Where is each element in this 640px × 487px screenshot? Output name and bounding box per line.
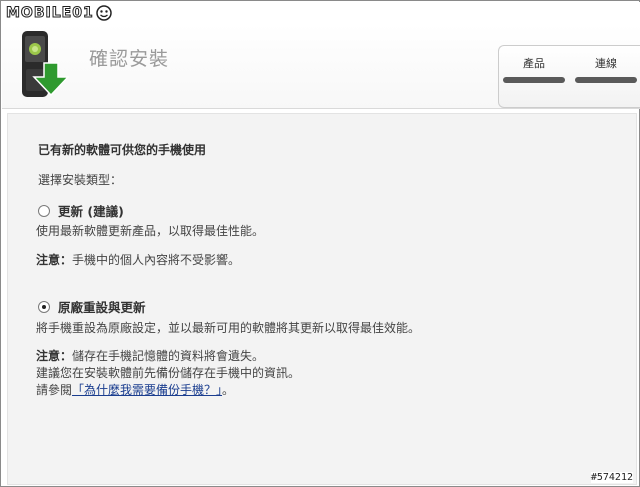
status-connection: 連線 bbox=[575, 55, 637, 83]
option-update-radio[interactable]: 更新 (建議) bbox=[38, 201, 124, 220]
option-reset-radio[interactable]: 原廠重設與更新 bbox=[38, 297, 146, 316]
status-connection-label: 連線 bbox=[595, 57, 617, 70]
site-banner: MOBILE01 bbox=[2, 2, 640, 24]
installer-header: 確認安裝 產品 連線 bbox=[2, 24, 640, 109]
option-reset-description: 將手機重設為原廠設定，並以最新可用的軟體將其更新以取得最佳效能。 bbox=[36, 321, 421, 335]
see-also-prefix: 請參閱 bbox=[36, 383, 73, 397]
radio-checked-icon[interactable] bbox=[38, 300, 50, 313]
connection-status-panel: 產品 連線 bbox=[498, 45, 640, 108]
note-text: 手機中的個人內容將不受影響。 bbox=[72, 253, 241, 267]
option-reset-label[interactable]: 原廠重設與更新 bbox=[58, 297, 146, 316]
option-update-note: 注意：手機中的個人內容將不受影響。 bbox=[36, 252, 240, 269]
main-content: 已有新的軟體可供您的手機使用 選擇安裝類型： 更新 (建議) 使用最新軟體更新產… bbox=[7, 113, 637, 485]
radio-unchecked-icon[interactable] bbox=[38, 204, 50, 217]
status-connection-bar bbox=[575, 77, 637, 83]
site-logo-text: MOBILE01 bbox=[6, 5, 94, 22]
site-logo: MOBILE01 bbox=[6, 4, 112, 22]
backup-advice: 建議您在安裝軟體前先備份儲存在手機中的資訊。 bbox=[36, 366, 301, 380]
status-product-label: 產品 bbox=[523, 57, 545, 70]
note-text: 儲存在手機記憶體的資料將會遺失。 bbox=[72, 349, 265, 363]
option-update-label[interactable]: 更新 (建議) bbox=[58, 201, 124, 220]
see-also-suffix: 。 bbox=[222, 383, 235, 397]
note-label: 注意： bbox=[36, 349, 73, 363]
option-update-description: 使用最新軟體更新產品，以取得最佳性能。 bbox=[36, 224, 265, 238]
option-reset-note: 注意：儲存在手機記憶體的資料將會遺失。 建議您在安裝軟體前先備份儲存在手機中的資… bbox=[36, 348, 300, 399]
see-also-line: 請參閱「為什麼我需要備份手機？」。 bbox=[36, 382, 300, 399]
page-title: 確認安裝 bbox=[89, 48, 170, 70]
update-available-heading: 已有新的軟體可供您的手機使用 bbox=[38, 143, 207, 157]
status-product-bar bbox=[503, 77, 565, 83]
install-type-label: 選擇安裝類型： bbox=[38, 173, 123, 187]
window-frame: MOBILE01 確認安裝 產品 連線 已有新的軟體可供您的手機使用 選擇安裝類… bbox=[0, 0, 640, 487]
note-label: 注意： bbox=[36, 253, 73, 267]
phone-download-icon bbox=[22, 31, 70, 97]
smiley-logo-icon bbox=[95, 5, 112, 21]
image-watermark: #574212 bbox=[590, 472, 633, 483]
why-backup-link[interactable]: 「為什麼我需要備份手機？」 bbox=[72, 383, 222, 397]
status-product: 產品 bbox=[503, 55, 565, 83]
